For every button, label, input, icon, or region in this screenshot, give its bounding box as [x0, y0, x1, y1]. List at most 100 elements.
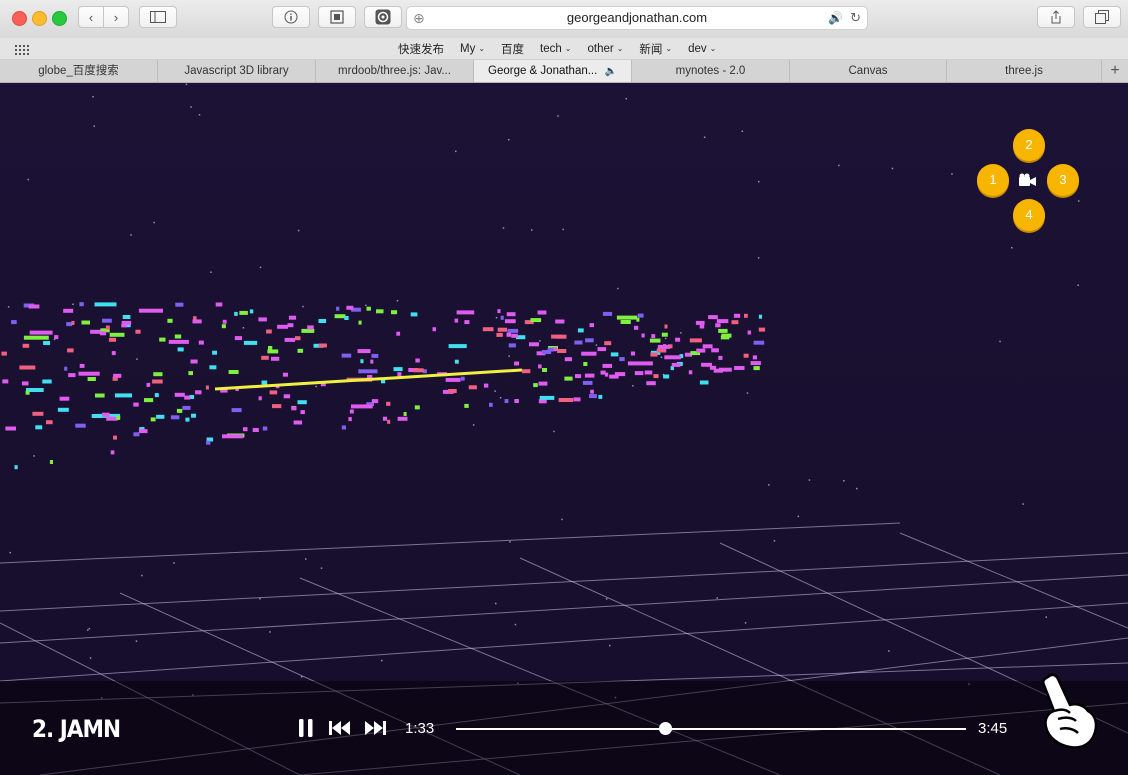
note-particle	[500, 315, 504, 320]
note-particle	[533, 383, 538, 388]
tab[interactable]: globe_百度搜索	[0, 60, 158, 82]
bookmark-item[interactable]: tech ⌄	[540, 43, 571, 55]
star	[153, 221, 155, 224]
note-particle	[346, 305, 354, 310]
note-particle	[228, 370, 239, 374]
note-particle	[718, 328, 728, 333]
tab[interactable]: mrdoob/three.js: Jav...	[316, 60, 474, 82]
note-particle	[272, 404, 282, 409]
star	[495, 316, 498, 319]
note-particle	[29, 330, 53, 335]
note-particle	[71, 320, 75, 325]
star	[561, 518, 563, 521]
speaker-icon[interactable]: 🔊	[828, 7, 843, 29]
grid-icon[interactable]	[15, 43, 29, 61]
note-particle	[753, 340, 765, 345]
note-particle	[547, 347, 554, 352]
star	[320, 567, 323, 569]
note-particle	[68, 373, 76, 378]
note-particle	[215, 302, 223, 307]
progress-knob[interactable]	[659, 722, 673, 735]
pause-button[interactable]	[298, 718, 314, 743]
note-particle	[42, 379, 52, 384]
note-particle	[192, 319, 202, 324]
stop-button[interactable]	[318, 6, 356, 28]
address-bar[interactable]: ⊕ georgeandjonathan.com 🔊 ↻	[406, 6, 868, 30]
tab-active[interactable]: George & Jonathan... 🔈	[474, 60, 632, 82]
note-particle	[234, 336, 242, 341]
tab[interactable]: Javascript 3D library	[158, 60, 316, 82]
minimize-window-button[interactable]	[32, 11, 47, 26]
camera-1-button[interactable]: 1	[977, 164, 1009, 196]
new-tab-button[interactable]: +	[1102, 60, 1128, 82]
note-particle	[538, 364, 542, 369]
note-particle	[258, 396, 262, 401]
note-particle	[636, 317, 640, 322]
zoom-window-button[interactable]	[52, 11, 67, 26]
camera-3-button[interactable]: 3	[1047, 164, 1079, 196]
bookmark-item[interactable]: 快速发布	[398, 41, 444, 57]
star	[531, 229, 533, 231]
back-button[interactable]: ‹	[78, 6, 104, 28]
note-particle	[511, 333, 518, 338]
note-particle	[718, 355, 723, 360]
note-particle	[206, 440, 211, 445]
star	[1045, 616, 1047, 618]
note-particle	[177, 347, 184, 352]
bookmark-item[interactable]: 百度	[501, 41, 524, 57]
bookmarks-bar: 快速发布 My ⌄ 百度 tech ⌄ other ⌄ 新闻 ⌄ dev ⌄	[0, 38, 1128, 60]
star	[856, 487, 858, 490]
note-particle	[366, 306, 371, 311]
note-particle	[358, 320, 362, 325]
note-particle	[630, 351, 635, 356]
reload-icon[interactable]: ↻	[850, 7, 861, 29]
note-particle	[116, 415, 121, 420]
plus-icon: +	[1110, 62, 1120, 79]
pointing-hand-icon[interactable]	[1036, 671, 1100, 764]
note-particle	[154, 393, 159, 398]
camera-2-button[interactable]: 2	[1013, 129, 1045, 161]
camera-4-button[interactable]: 4	[1013, 199, 1045, 231]
bookmark-item[interactable]: My ⌄	[460, 43, 485, 55]
note-particle	[696, 348, 706, 353]
star	[617, 287, 619, 290]
note-particle	[616, 315, 638, 320]
note-particle	[371, 353, 379, 358]
note-particle	[590, 389, 594, 394]
music-visualizer-canvas[interactable]: 2 1 3 4	[0, 83, 1128, 775]
sidebar-button[interactable]	[139, 6, 177, 28]
progress-track[interactable]	[456, 722, 966, 735]
note-particle	[212, 350, 217, 355]
skip-back-icon	[329, 721, 350, 735]
extension-button[interactable]	[364, 6, 402, 28]
note-particle	[537, 310, 547, 315]
note-particle	[78, 371, 100, 376]
bookmark-item[interactable]: other ⌄	[588, 43, 624, 55]
tab[interactable]: mynotes - 2.0	[632, 60, 790, 82]
speaker-icon[interactable]: 🔈	[605, 66, 617, 77]
close-window-button[interactable]	[12, 11, 27, 26]
info-button[interactable]	[272, 6, 310, 28]
previous-track-button[interactable]	[329, 721, 351, 740]
note-particle	[614, 372, 626, 377]
tab[interactable]: three.js	[947, 60, 1102, 82]
note-particle	[87, 377, 96, 381]
bookmark-item[interactable]: dev ⌄	[688, 43, 716, 55]
note-particle	[758, 327, 766, 332]
share-button[interactable]	[1037, 6, 1075, 28]
note-particle	[185, 417, 190, 422]
note-particle	[731, 320, 739, 325]
bookmark-list: 快速发布 My ⌄ 百度 tech ⌄ other ⌄ 新闻 ⌄ dev ⌄	[398, 38, 716, 59]
note-particle	[403, 412, 407, 416]
chevron-down-icon: ⌄	[616, 44, 624, 53]
next-track-button[interactable]	[364, 721, 386, 740]
note-particle	[695, 320, 705, 325]
note-particle	[651, 334, 656, 339]
note-particle	[222, 319, 227, 324]
forward-button[interactable]: ›	[103, 6, 129, 28]
track-title: 2. JAMN	[32, 715, 121, 743]
tab[interactable]: Canvas	[790, 60, 947, 82]
note-particle	[111, 351, 116, 356]
show-tabs-button[interactable]	[1083, 6, 1121, 28]
bookmark-item[interactable]: 新闻 ⌄	[639, 41, 672, 57]
